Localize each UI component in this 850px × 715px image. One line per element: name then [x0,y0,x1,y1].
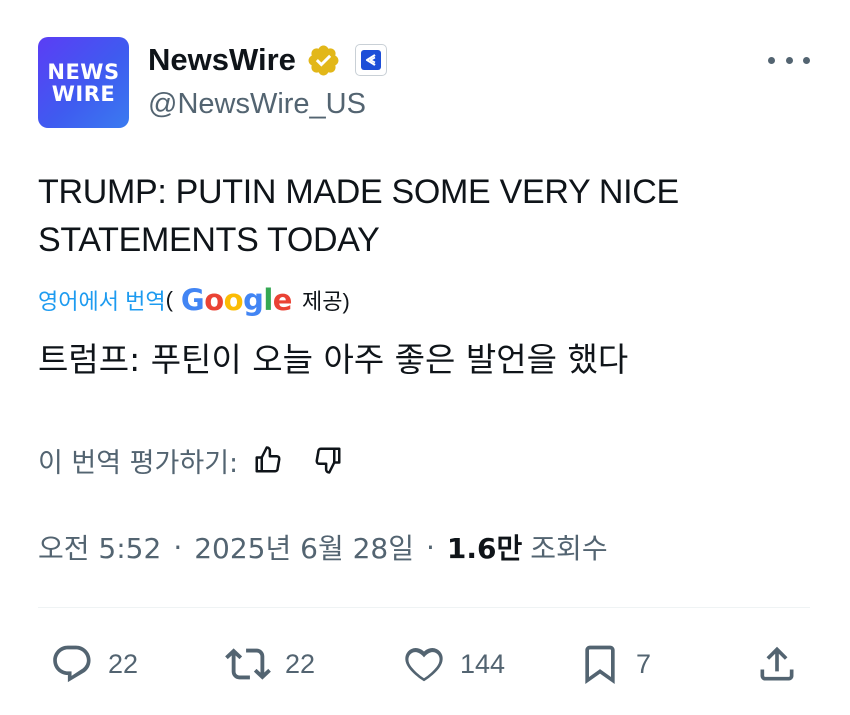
avatar[interactable]: NEWS WIRE [38,37,129,128]
bookmark-icon [585,645,615,685]
tweet-time[interactable]: 오전 5:52 [38,527,161,567]
repost-icon [225,648,271,680]
more-dot-icon [785,56,793,64]
action-bar: 22 22 144 7 [0,636,850,692]
views-count: 1.6만 [446,532,523,565]
rate-translation: 이 번역 평가하기: [38,441,346,479]
avatar-text-line2: WIRE [51,81,116,106]
divider [38,607,810,608]
translation-attribution[interactable]: 영어에서 번역 ( Google 제공) [38,282,350,318]
tweet-meta: 오전 5:52 · 2025년 6월 28일 · 1.6만 조회수 [38,527,608,567]
more-options-button[interactable] [768,50,810,70]
views-label: 조회수 [530,532,608,565]
display-name[interactable]: NewsWire [148,42,296,78]
translation-provider-suffix: 제공) [301,289,350,314]
reply-button[interactable]: 22 [50,636,138,692]
rate-translation-label: 이 번역 평가하기: [38,447,239,479]
share-button[interactable] [755,636,799,692]
meta-separator: · [173,530,183,564]
more-dot-icon [803,56,810,64]
verified-badge-icon[interactable] [306,43,341,78]
avatar-text-line1: NEWS [47,59,120,84]
bookmark-count: 7 [636,648,652,679]
repost-button[interactable]: 22 [225,636,315,692]
google-logo: Google [180,283,293,317]
more-dot-icon [768,56,775,64]
heart-icon [405,647,443,682]
bookmark-button[interactable]: 7 [578,636,651,692]
account-handle[interactable]: @NewsWire_US [148,88,366,121]
tweet-date[interactable]: 2025년 6월 28일 [194,527,414,567]
like-count: 144 [460,648,506,679]
share-icon [760,646,794,681]
meta-separator: · [426,530,435,564]
paren-open: ( [165,287,173,312]
tweet-text: TRUMP: PUTIN MADE SOME VERY NICE STATEME… [38,173,679,259]
thumbs-down-icon[interactable] [310,442,346,478]
like-button[interactable]: 144 [402,636,505,692]
thumbs-up-icon[interactable] [250,442,286,478]
repost-count: 22 [285,648,316,679]
author-name-row: NewsWire [148,40,387,80]
reply-count: 22 [108,648,139,679]
reply-icon [53,645,91,683]
affiliate-badge-icon[interactable] [354,44,387,76]
translation-source-label[interactable]: 영어에서 번역 [38,284,166,316]
translated-text: 트럼프: 푸틴이 오늘 아주 좋은 발언을 했다 [38,340,629,379]
